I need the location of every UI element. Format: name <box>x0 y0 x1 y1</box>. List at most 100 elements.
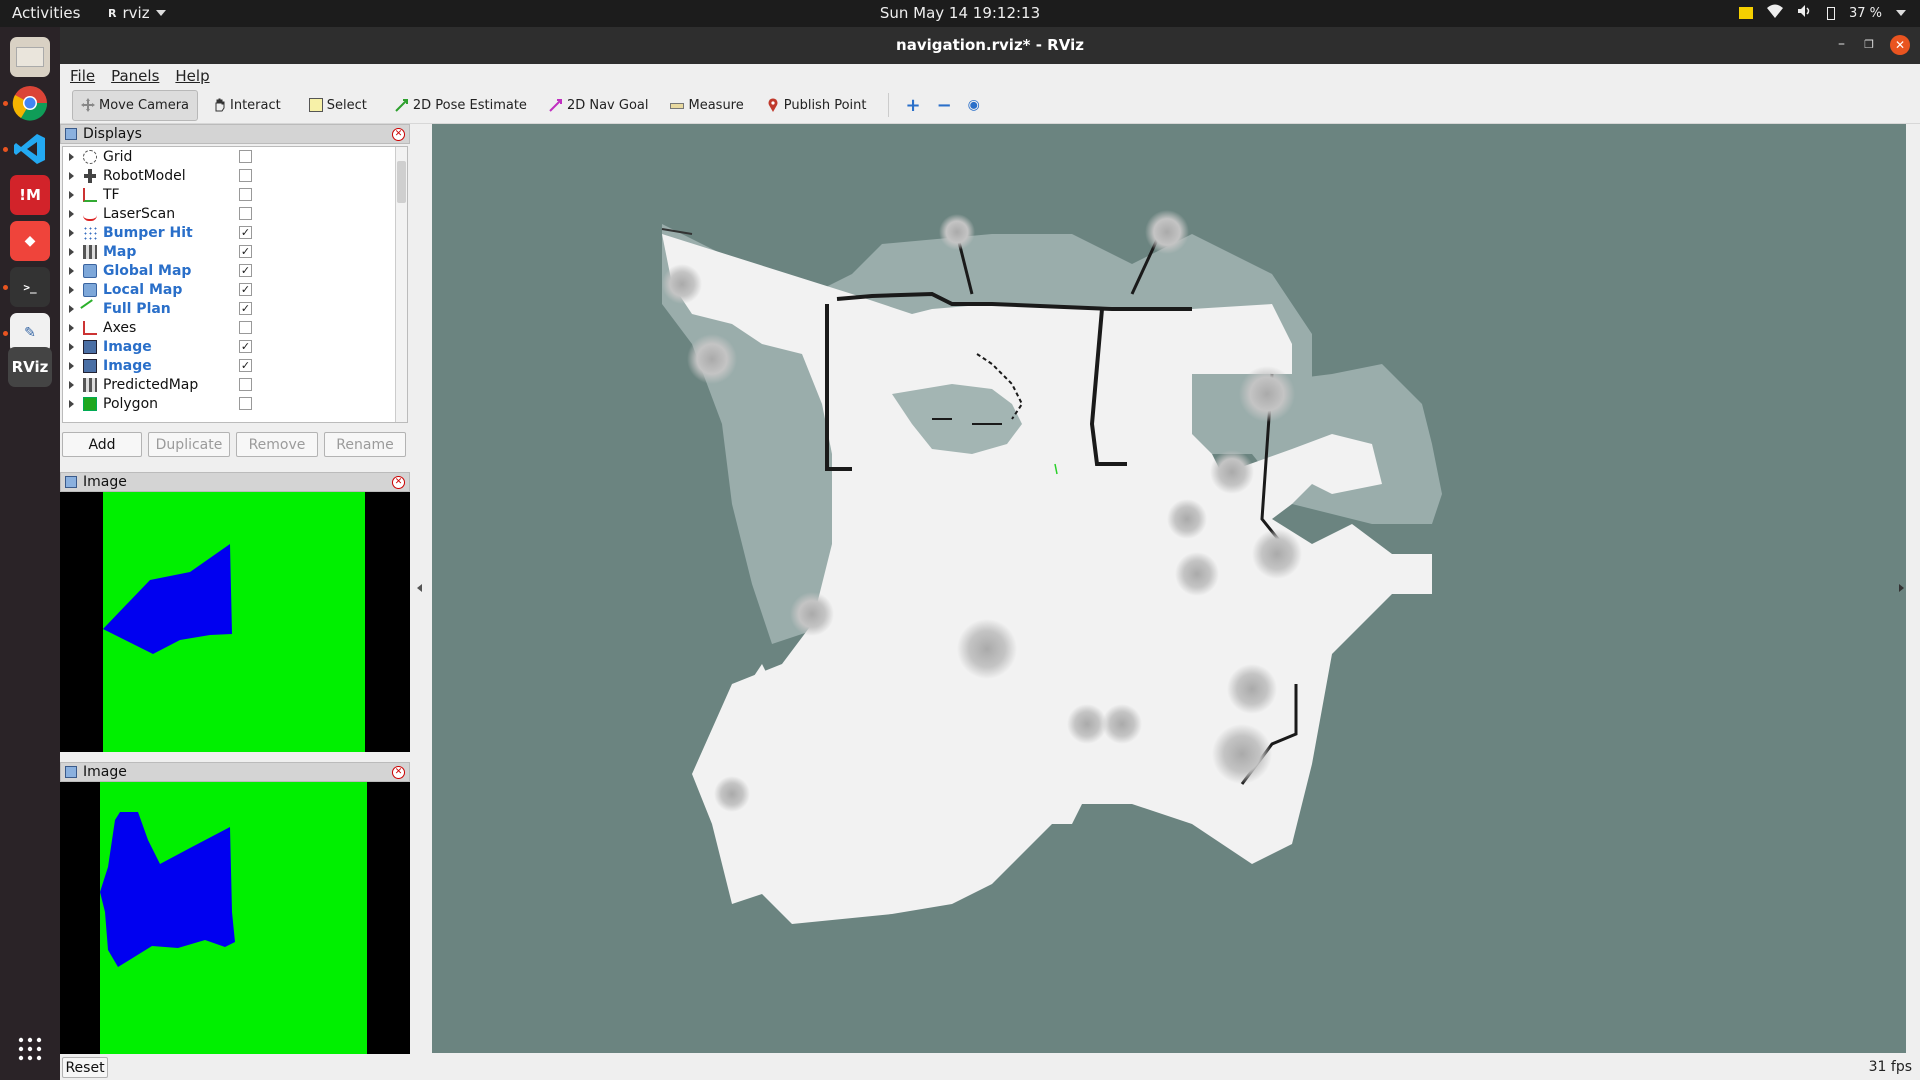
menu-panels[interactable]: Panels <box>111 67 159 85</box>
display-enabled-checkbox[interactable]: ✓ <box>239 226 252 239</box>
system-tray[interactable]: 37 % <box>1738 4 1906 22</box>
menu-file[interactable]: File <box>70 67 95 85</box>
display-item-image[interactable]: Image ✓ <box>63 337 407 356</box>
close-icon[interactable]: ✕ <box>1890 35 1910 55</box>
duplicate-button[interactable]: Duplicate <box>148 432 230 457</box>
show-apps-icon[interactable] <box>10 1029 50 1069</box>
add-button[interactable]: Add <box>62 432 142 457</box>
reset-button[interactable]: Reset <box>62 1057 108 1078</box>
tool-publish-point[interactable]: Publish Point <box>758 90 875 121</box>
display-enabled-checkbox[interactable]: ✓ <box>239 245 252 258</box>
display-item-full-plan[interactable]: Full Plan ✓ <box>63 298 407 319</box>
expand-arrow-icon[interactable] <box>69 361 74 370</box>
anydesk-icon[interactable]: ◆ <box>10 221 50 261</box>
display-enabled-checkbox[interactable] <box>239 321 252 334</box>
view-tool-button[interactable]: ◉ <box>960 90 988 121</box>
display-enabled-checkbox[interactable] <box>239 169 252 182</box>
display-item-grid[interactable]: Grid <box>63 147 407 166</box>
display-enabled-checkbox[interactable]: ✓ <box>239 283 252 296</box>
activities-button[interactable]: Activities <box>12 4 80 22</box>
tool-label: Measure <box>688 97 744 113</box>
display-item-axes[interactable]: Axes <box>63 318 407 337</box>
tool-interact[interactable]: Interact <box>204 90 289 121</box>
close-panel-icon[interactable]: ✕ <box>392 128 405 141</box>
grid-icon <box>83 149 97 164</box>
menu-bar: File Panels Help <box>60 64 1920 87</box>
close-panel-icon[interactable]: ✕ <box>392 766 405 779</box>
display-item-map[interactable]: Map ✓ <box>63 242 407 261</box>
display-item-robotmodel[interactable]: RobotModel <box>63 166 407 185</box>
rviz-icon[interactable]: RViz <box>8 347 52 387</box>
expand-arrow-icon[interactable] <box>69 380 74 389</box>
scrollbar[interactable] <box>395 147 407 422</box>
app-menu[interactable]: R rviz <box>108 4 166 22</box>
expand-arrow-icon[interactable] <box>69 171 74 180</box>
add-tool-button[interactable]: + <box>897 90 928 121</box>
display-enabled-checkbox[interactable]: ✓ <box>239 340 252 353</box>
display-item-polygon[interactable]: Polygon <box>63 394 407 413</box>
tool-move-camera[interactable]: Move Camera <box>72 89 199 121</box>
tool-label: 2D Nav Goal <box>566 97 649 113</box>
chrome-icon[interactable] <box>10 83 50 123</box>
expand-arrow-icon[interactable] <box>69 399 74 408</box>
maximize-icon[interactable]: ❐ <box>1864 38 1874 51</box>
display-enabled-checkbox[interactable] <box>239 397 252 410</box>
window-titlebar[interactable]: navigation.rviz* - RViz – ❐ ✕ <box>60 27 1920 64</box>
display-item-predictedmap[interactable]: PredictedMap <box>63 375 407 394</box>
folder-icon <box>83 282 97 297</box>
expand-arrow-icon[interactable] <box>69 285 74 294</box>
expand-arrow-icon[interactable] <box>69 304 74 313</box>
tool-measure[interactable]: Measure <box>662 90 751 121</box>
display-enabled-checkbox[interactable] <box>239 378 252 391</box>
render-view[interactable] <box>432 124 1906 1053</box>
chrome-running-indicator <box>3 101 8 106</box>
display-enabled-checkbox[interactable] <box>239 150 252 163</box>
tool-select[interactable]: Select <box>301 90 375 121</box>
expand-arrow-icon[interactable] <box>69 266 74 275</box>
minimize-icon[interactable]: – <box>1838 36 1845 52</box>
display-item-image[interactable]: Image ✓ <box>63 356 407 375</box>
clock[interactable]: Sun May 14 19:12:13 <box>0 4 1920 22</box>
expand-arrow-icon[interactable] <box>69 323 74 332</box>
close-panel-icon[interactable]: ✕ <box>392 476 405 489</box>
rviz-window: navigation.rviz* - RViz – ❐ ✕ File Panel… <box>60 27 1920 1080</box>
display-item-laserscan[interactable]: LaserScan <box>63 204 407 223</box>
display-enabled-checkbox[interactable] <box>239 188 252 201</box>
tool-label: 2D Pose Estimate <box>412 97 527 113</box>
expand-arrow-icon[interactable] <box>69 152 74 161</box>
terminal-icon[interactable]: >_ <box>10 267 50 307</box>
display-item-local-map[interactable]: Local Map ✓ <box>63 280 407 299</box>
expand-arrow-icon[interactable] <box>69 342 74 351</box>
tool-2d-nav-goal[interactable]: 2D Nav Goal <box>541 90 657 121</box>
display-enabled-checkbox[interactable] <box>239 207 252 220</box>
display-item-tf[interactable]: TF <box>63 185 407 204</box>
display-enabled-checkbox[interactable]: ✓ <box>239 359 252 372</box>
system-menu-chevron-icon <box>1896 10 1906 16</box>
expand-arrow-icon[interactable] <box>69 247 74 256</box>
occupancy-map <box>432 124 1906 1053</box>
display-enabled-checkbox[interactable]: ✓ <box>239 264 252 277</box>
remove-tool-button[interactable]: − <box>929 90 960 121</box>
scrollbar-thumb[interactable] <box>397 161 406 203</box>
expand-arrow-icon[interactable] <box>69 209 74 218</box>
files-icon[interactable] <box>10 37 50 77</box>
displays-header: Displays ✕ <box>60 124 410 144</box>
display-item-label: PredictedMap <box>103 376 199 393</box>
display-item-label: Global Map <box>103 262 192 279</box>
folder-icon <box>83 263 97 278</box>
collapse-arrow-icon <box>417 584 422 592</box>
display-enabled-checkbox[interactable]: ✓ <box>239 302 252 315</box>
tool-2d-pose-estimate[interactable]: 2D Pose Estimate <box>387 90 535 121</box>
rename-button[interactable]: Rename <box>324 432 406 457</box>
panel-splitter[interactable] <box>413 124 429 1053</box>
vscode-icon[interactable] <box>10 129 50 169</box>
displays-panel: Displays ✕ Grid RobotModel TF LaserScan Bump… <box>60 124 410 464</box>
mendeley-icon[interactable]: !M <box>10 175 50 215</box>
menu-help[interactable]: Help <box>175 67 209 85</box>
expand-arrow-icon[interactable] <box>69 228 74 237</box>
remove-button[interactable]: Remove <box>236 432 318 457</box>
display-item-global-map[interactable]: Global Map ✓ <box>63 261 407 280</box>
display-item-label: TF <box>103 186 120 203</box>
expand-arrow-icon[interactable] <box>69 190 74 199</box>
display-item-bumper-hit[interactable]: Bumper Hit ✓ <box>63 223 407 242</box>
